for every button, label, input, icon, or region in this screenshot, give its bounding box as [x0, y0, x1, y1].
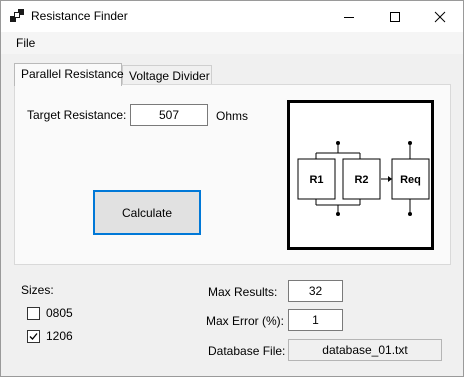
max-error-label: Max Error (%): [206, 314, 284, 328]
max-results-input[interactable]: 32 [288, 280, 343, 302]
r1-label: R1 [309, 174, 323, 186]
size-0805-label: 0805 [46, 306, 73, 320]
menu-bar: File [1, 32, 463, 54]
close-button[interactable] [417, 1, 463, 32]
size-1206-label: 1206 [46, 329, 73, 343]
size-0805-checkbox[interactable] [27, 307, 40, 320]
title-bar: Resistance Finder [1, 1, 463, 32]
r2-label: R2 [354, 174, 368, 186]
sizes-label: Sizes: [21, 283, 54, 297]
arrow-right-icon [388, 176, 392, 182]
calculate-button[interactable]: Calculate [93, 190, 201, 235]
circuit-schematic: R1 R2 Req [297, 141, 430, 216]
req-label: Req [400, 174, 421, 186]
window-title: Resistance Finder [31, 9, 128, 23]
size-1206-checkbox[interactable] [27, 330, 40, 343]
database-file-field[interactable]: database_01.txt [288, 339, 442, 361]
parallel-circuit-diagram: R1 R2 Req [287, 100, 434, 250]
max-error-input[interactable]: 1 [288, 309, 343, 331]
ohms-unit-label: Ohms [216, 109, 249, 123]
tab-voltage-divider[interactable]: Voltage Divider [122, 65, 212, 86]
checkmark-icon [29, 333, 38, 340]
minimize-icon [344, 16, 354, 18]
maximize-button[interactable] [372, 1, 418, 32]
max-results-label: Max Results: [208, 285, 278, 299]
tab-parallel-resistance[interactable]: Parallel Resistance [14, 63, 124, 86]
database-file-label: Database File: [208, 344, 286, 358]
target-resistance-input[interactable]: 507 [130, 104, 208, 126]
minimize-button[interactable] [326, 1, 372, 32]
maximize-icon [390, 11, 400, 22]
app-icon [10, 9, 24, 22]
close-icon [434, 11, 446, 22]
menu-file[interactable]: File [16, 36, 35, 50]
app-window: Resistance Finder File Parallel Resistan… [0, 0, 464, 377]
target-resistance-label: Target Resistance: [27, 108, 127, 122]
